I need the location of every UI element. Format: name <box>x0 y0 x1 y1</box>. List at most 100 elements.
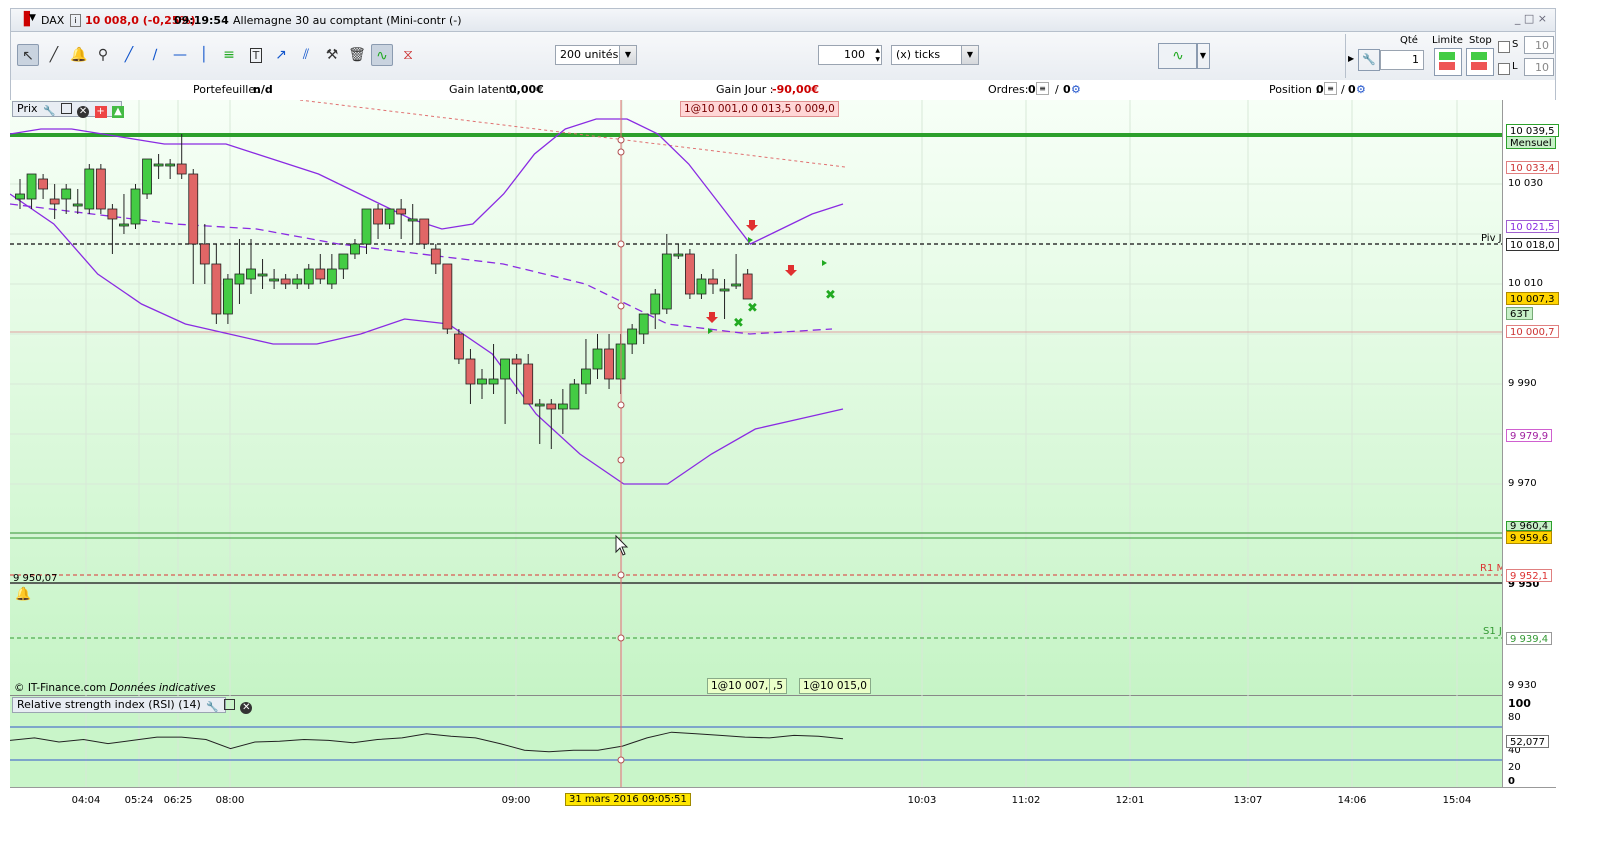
arrow-icon[interactable]: ↗ <box>270 44 292 66</box>
candle-body <box>38 178 49 190</box>
chart-style-icon[interactable]: ∿ <box>1158 43 1198 69</box>
s-input[interactable]: 10 <box>1524 36 1554 54</box>
mensuel-label-box: Mensuel <box>1506 136 1556 149</box>
chevron-down-icon[interactable]: ▼ <box>29 13 36 23</box>
candle-body <box>696 278 707 295</box>
chevron-down-icon[interactable]: ▼ <box>1196 43 1210 69</box>
ordres-settings-icon[interactable]: ⚙ <box>1071 83 1081 96</box>
ordres-sep: / <box>1055 83 1059 96</box>
sell-icon <box>1439 62 1455 70</box>
candle-body <box>130 188 141 225</box>
window-icon[interactable] <box>223 699 235 710</box>
candle-body <box>581 368 591 385</box>
wrench-icon[interactable]: 🔧 <box>43 106 55 118</box>
qty-input[interactable]: 1 <box>1380 50 1424 70</box>
rsi-value-box: 52,077 <box>1506 735 1549 748</box>
position-list-icon[interactable]: ≡ <box>1324 82 1337 95</box>
alarm-icon[interactable]: 🔔 <box>15 587 31 602</box>
bottom-tag-1b[interactable]: ,5 <box>769 678 788 694</box>
window-icon[interactable] <box>60 103 72 114</box>
position-value-a: 0 <box>1316 83 1324 96</box>
window-controls[interactable]: _ □ × <box>1515 12 1547 25</box>
buy-icon <box>1439 52 1455 60</box>
symbol-label[interactable]: DAX <box>41 14 64 27</box>
candle-body <box>292 278 303 285</box>
ordres-list-icon[interactable]: ≡ <box>1036 82 1049 95</box>
buy-cross-icon: ✖ <box>747 301 758 316</box>
text-icon[interactable]: T <box>245 44 267 66</box>
candle-body <box>604 348 614 380</box>
limit-order-button[interactable] <box>1434 48 1462 76</box>
candle-body <box>246 268 256 280</box>
l-checkbox[interactable] <box>1498 63 1510 75</box>
fibo-icon[interactable]: ≡ <box>218 44 240 66</box>
chevron-down-icon[interactable]: ▼ <box>619 46 636 64</box>
s1-box: 9 939,4 <box>1506 632 1553 645</box>
stop-order-button[interactable] <box>1466 48 1494 76</box>
candle-body <box>742 273 753 300</box>
toolbar: ↖ ╱ 🔔 ⚲ ╱ ∕ — │ ≡ T ↗ ⫽ ⚒ 🗑 ∿ ⧖ 200 unit… <box>10 32 1556 80</box>
chevron-down-icon[interactable]: ▼ <box>961 46 978 64</box>
hline-icon[interactable]: — <box>169 44 191 66</box>
gain-jour-label: Gain Jour : <box>716 83 774 96</box>
wrench-icon[interactable]: 🔧 <box>206 702 218 714</box>
candle-body <box>442 263 453 330</box>
s-checkbox[interactable] <box>1498 41 1510 53</box>
candle-body <box>72 203 83 207</box>
candle-body <box>84 168 95 210</box>
vline-icon[interactable]: │ <box>193 44 215 66</box>
last-price-box: 10 007,3 <box>1506 292 1559 305</box>
ticks-input[interactable]: 100 ▲ ▼ <box>818 45 882 65</box>
segment-icon[interactable]: ╱ <box>118 44 140 66</box>
channel-icon[interactable]: ⫽ <box>295 44 317 66</box>
candle-body <box>373 208 383 225</box>
cursor-dot <box>617 756 625 764</box>
trash-icon[interactable]: 🗑 <box>346 44 368 66</box>
copyright-label: © IT-Finance.com <box>14 682 107 694</box>
trend-icon[interactable]: ∿ <box>371 44 393 66</box>
buy-cross-icon: ✖ <box>733 316 744 331</box>
order-tag[interactable]: 1@10 001,0 0 013,5 0 009,0 <box>680 101 839 117</box>
qty-label: Qté <box>1400 35 1418 46</box>
move-up-icon[interactable]: ▲ <box>112 106 125 118</box>
x-tick: 13:07 <box>1233 795 1263 806</box>
candle-body <box>153 163 164 167</box>
pointer-icon[interactable]: ↖ <box>17 44 39 66</box>
ticks-select[interactable]: (x) ticks ▼ <box>891 45 979 65</box>
ruler-icon[interactable]: ╱ <box>43 44 65 66</box>
rsi-tick: 80 <box>1508 712 1521 723</box>
candle-body <box>338 253 349 270</box>
candle-body <box>719 288 730 292</box>
candle-body <box>26 173 37 200</box>
pattern-icon[interactable]: ⧖ <box>397 44 419 66</box>
play-icon[interactable]: ▶ <box>1348 54 1354 63</box>
s-input-value: 10 <box>1535 39 1549 52</box>
bottom-tag-2[interactable]: 1@10 015,0 <box>799 678 871 694</box>
add-icon[interactable]: + <box>94 106 107 118</box>
info-icon[interactable]: i <box>70 14 81 27</box>
line-icon[interactable]: ∕ <box>144 44 166 66</box>
level-box: 10 033,4 <box>1506 161 1559 174</box>
r1-box: 9 952,1 <box>1506 569 1553 582</box>
level-box: 10 000,7 <box>1506 325 1559 338</box>
rsi-tick: 100 <box>1508 697 1531 710</box>
x-tick: 15:04 <box>1442 795 1472 806</box>
l-input[interactable]: 10 <box>1524 58 1554 76</box>
candle-body <box>61 188 72 200</box>
position-value-b: 0 <box>1348 83 1356 96</box>
limite-label: Limite <box>1432 35 1463 46</box>
wrench-icon[interactable]: 🔧 <box>1358 49 1380 71</box>
candle-body <box>500 358 511 380</box>
zoom-icon[interactable]: ⚲ <box>92 44 114 66</box>
alarm-icon[interactable]: 🔔 <box>68 44 90 66</box>
tools-icon[interactable]: ⚒ <box>321 44 343 66</box>
x-tick: 11:02 <box>1011 795 1041 806</box>
candle-body <box>477 378 487 385</box>
candle-body <box>534 403 545 407</box>
candle-body <box>176 163 187 175</box>
stepper-icon[interactable]: ▲ ▼ <box>875 46 880 64</box>
close-icon[interactable]: ✕ <box>77 106 90 118</box>
units-select[interactable]: 200 unités ▼ <box>555 45 637 65</box>
s1-label: S1 J <box>1483 626 1502 637</box>
position-settings-icon[interactable]: ⚙ <box>1356 83 1366 96</box>
